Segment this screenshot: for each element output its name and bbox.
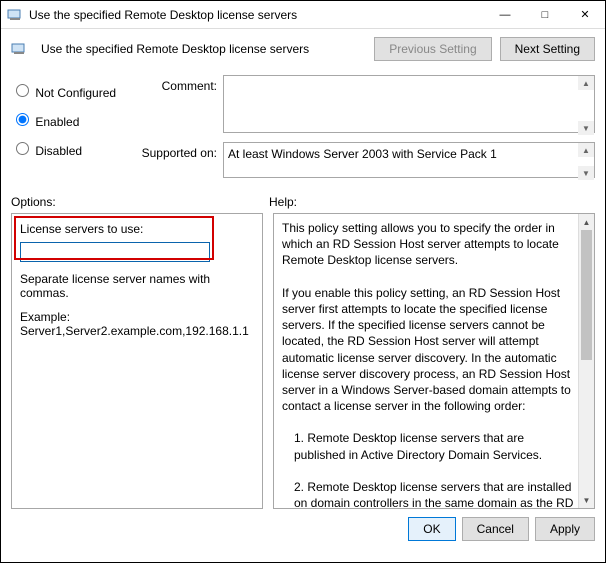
help-scrollbar[interactable]: ▲ ▼ (578, 214, 594, 508)
titlebar: Use the specified Remote Desktop license… (1, 1, 605, 29)
options-note-2: Example: Server1,Server2.example.com,192… (20, 310, 254, 338)
maximize-button[interactable]: □ (525, 1, 565, 29)
cancel-button[interactable]: Cancel (462, 517, 529, 541)
help-header: Help: (269, 195, 297, 209)
scroll-up-icon[interactable]: ▲ (578, 76, 594, 90)
scroll-up-icon[interactable]: ▲ (578, 143, 594, 157)
options-header: Options: (11, 195, 269, 209)
minimize-button[interactable]: — (485, 1, 525, 29)
comment-textarea[interactable] (223, 75, 595, 133)
header: Use the specified Remote Desktop license… (1, 29, 605, 69)
license-servers-input[interactable] (20, 242, 210, 262)
radio-label: Enabled (35, 115, 79, 129)
options-pane: License servers to use: Separate license… (11, 213, 263, 509)
scroll-thumb[interactable] (581, 230, 592, 360)
gpo-icon (7, 7, 23, 23)
radio-disabled[interactable]: Disabled (11, 139, 129, 158)
comment-label: Comment: (139, 75, 217, 136)
window-title: Use the specified Remote Desktop license… (29, 8, 485, 22)
radio-label: Not Configured (35, 86, 116, 100)
scroll-down-icon[interactable]: ▼ (578, 166, 594, 180)
scroll-up-icon[interactable]: ▲ (579, 214, 594, 230)
apply-button[interactable]: Apply (535, 517, 595, 541)
state-radios: Not Configured Enabled Disabled (11, 75, 129, 187)
close-button[interactable]: ✕ (565, 1, 605, 29)
config-section: Not Configured Enabled Disabled Comment:… (1, 69, 605, 191)
radio-not-configured[interactable]: Not Configured (11, 81, 129, 100)
scroll-down-icon[interactable]: ▼ (578, 121, 594, 135)
ok-button[interactable]: OK (408, 517, 455, 541)
next-setting-button[interactable]: Next Setting (500, 37, 595, 61)
gpo-icon (11, 41, 27, 57)
supported-label: Supported on: (139, 142, 217, 181)
policy-title: Use the specified Remote Desktop license… (41, 42, 366, 56)
previous-setting-button[interactable]: Previous Setting (374, 37, 491, 61)
radio-enabled[interactable]: Enabled (11, 110, 129, 129)
scroll-down-icon[interactable]: ▼ (579, 492, 594, 508)
options-note-1: Separate license server names with comma… (20, 272, 254, 300)
supported-textarea: At least Windows Server 2003 with Servic… (223, 142, 595, 178)
radio-label: Disabled (35, 144, 82, 158)
license-servers-label: License servers to use: (20, 222, 254, 236)
help-text: This policy setting allows you to specif… (273, 213, 595, 509)
footer: OK Cancel Apply (1, 509, 605, 549)
help-pane: This policy setting allows you to specif… (273, 213, 595, 509)
